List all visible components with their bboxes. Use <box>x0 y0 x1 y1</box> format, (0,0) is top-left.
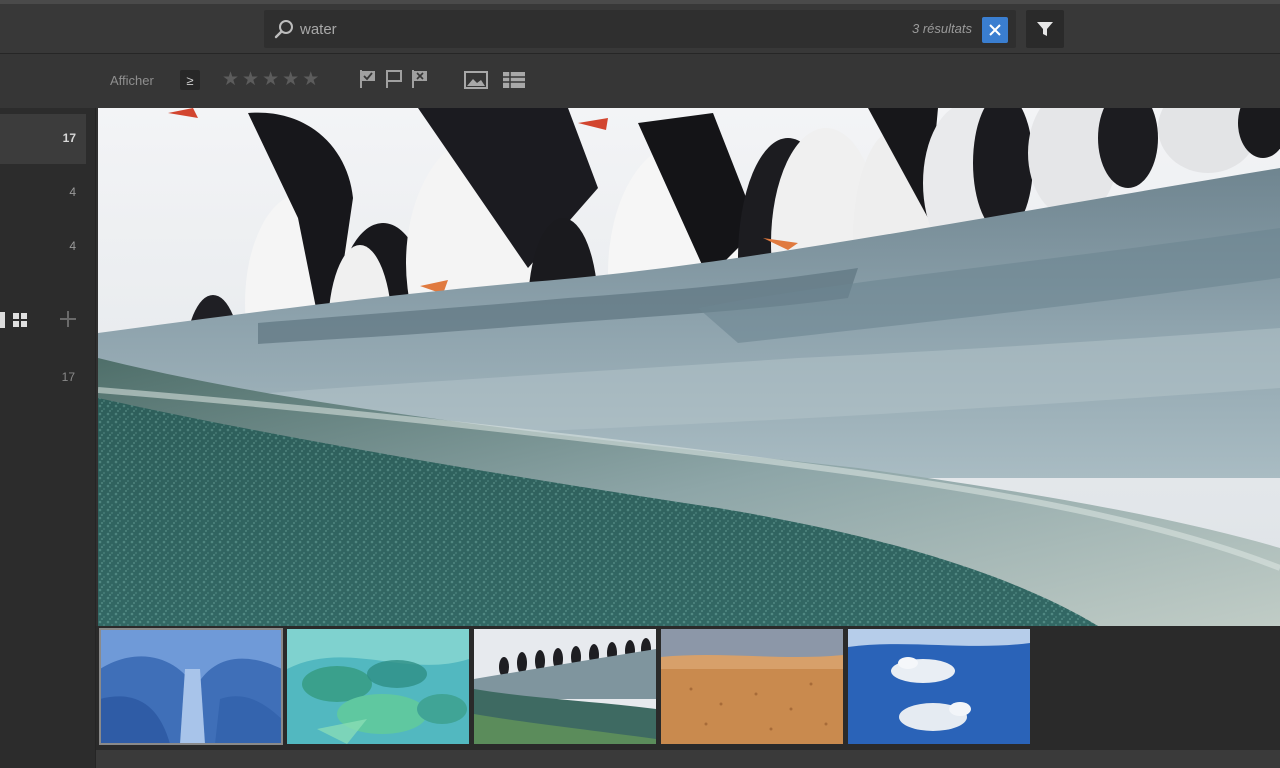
fish-underwater-thumbnail <box>287 629 469 744</box>
list-view-icon[interactable] <box>0 312 5 328</box>
close-icon <box>989 24 1001 36</box>
star-icon[interactable]: ★ <box>242 68 259 92</box>
collection-item[interactable]: 4 <box>0 222 86 272</box>
bottom-scrollbar[interactable] <box>96 750 1280 768</box>
left-panel-header <box>0 54 96 108</box>
total-count: 17 <box>61 370 75 384</box>
thumbnail[interactable] <box>848 629 1030 744</box>
collection-count: 17 <box>62 131 76 145</box>
collection-count: 4 <box>69 239 76 253</box>
filter-button[interactable] <box>1026 10 1064 48</box>
view-mode-buttons <box>464 70 526 90</box>
flag-filter <box>358 68 430 90</box>
polar-bears-thumbnail <box>848 629 1030 744</box>
grid-view-icon[interactable] <box>502 70 526 90</box>
collection-item[interactable]: 4 <box>0 168 86 218</box>
flag-unflagged-icon[interactable] <box>384 68 404 90</box>
show-label: Afficher <box>110 73 154 88</box>
thumbnail[interactable] <box>287 629 469 744</box>
ice-cave-thumbnail <box>100 629 282 744</box>
collection-count: 4 <box>69 185 76 199</box>
collection-item[interactable]: 17 <box>0 114 86 164</box>
grid-icon[interactable] <box>12 312 28 328</box>
star-icon[interactable]: ★ <box>302 68 319 92</box>
photo-app: 3 résultats 17 4 4 <box>0 0 1280 768</box>
loupe-view-icon[interactable] <box>464 70 488 90</box>
plus-icon[interactable] <box>58 309 78 329</box>
results-count: 3 résultats <box>912 21 972 36</box>
thumbnail[interactable] <box>474 629 656 744</box>
sand-desert-thumbnail <box>661 629 843 744</box>
filter-toolbar: Afficher ≥ ★ ★ ★ ★ ★ <box>96 54 1280 108</box>
rating-comparison-button[interactable]: ≥ <box>180 70 200 90</box>
flag-rejected-icon[interactable] <box>410 68 430 90</box>
search-input[interactable] <box>300 18 860 40</box>
clear-search-button[interactable] <box>982 17 1008 43</box>
star-rating-filter[interactable]: ★ ★ ★ ★ ★ <box>222 68 319 92</box>
star-icon[interactable]: ★ <box>222 68 239 92</box>
penguins-waterline-thumbnail <box>474 629 656 744</box>
penguins-photo <box>98 108 1280 626</box>
funnel-icon <box>1037 22 1053 36</box>
star-icon[interactable]: ★ <box>282 68 299 92</box>
thumbnail[interactable] <box>99 628 283 745</box>
star-icon[interactable]: ★ <box>262 68 279 92</box>
main-photo-preview[interactable] <box>98 108 1280 626</box>
comparison-symbol: ≥ <box>186 72 194 88</box>
search-icon <box>274 20 293 39</box>
left-panel: 17 4 4 17 <box>0 54 96 768</box>
flag-picked-icon[interactable] <box>358 68 378 90</box>
thumbnail[interactable] <box>661 629 843 744</box>
search-box[interactable]: 3 résultats <box>264 10 1016 48</box>
filmstrip <box>96 626 1280 750</box>
top-bar: 3 résultats <box>0 0 1280 54</box>
